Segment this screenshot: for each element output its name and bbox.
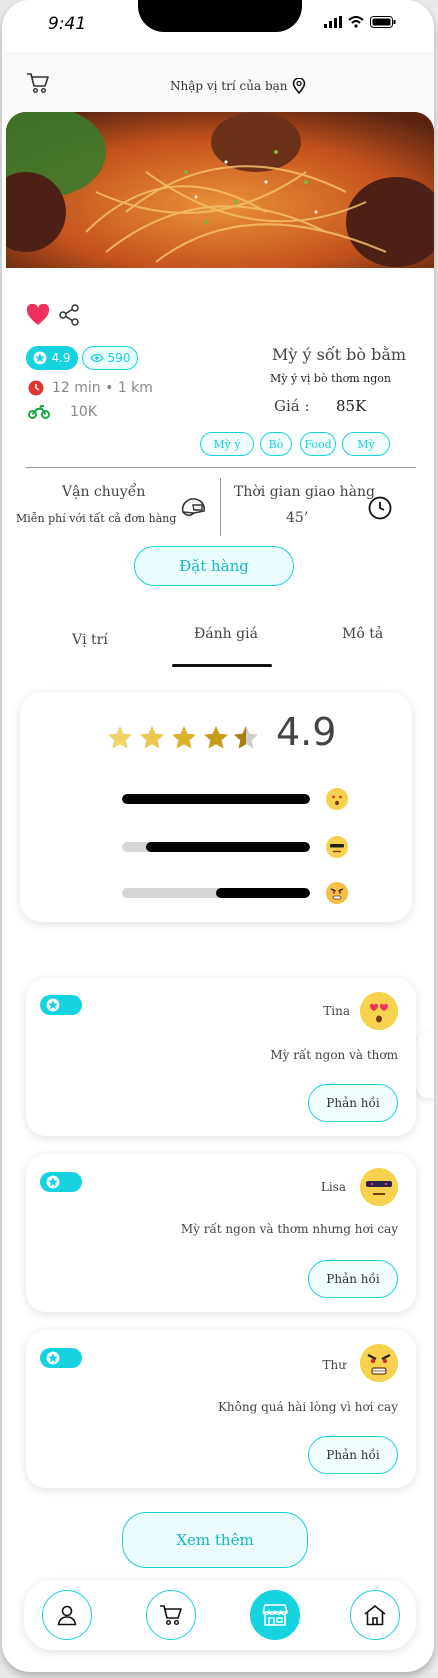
- sunglasses-face-icon: [360, 1168, 398, 1206]
- tag-chip[interactable]: Mỳ: [342, 432, 390, 456]
- helmet-icon: [180, 496, 206, 524]
- status-time: 9:41: [48, 14, 87, 34]
- side-handle: [416, 1032, 434, 1098]
- tag-chip[interactable]: Food: [300, 432, 336, 456]
- user-icon: [57, 1605, 77, 1626]
- delivery-fee: 10K: [70, 404, 97, 420]
- home-icon: [364, 1605, 386, 1626]
- rating-bar-fill: [216, 888, 310, 898]
- favorite-heart-icon[interactable]: [26, 303, 50, 330]
- wifi-icon: [348, 16, 364, 28]
- review-text: Mỳ rất ngon và thơm nhưng hơi cay: [180, 1222, 398, 1236]
- time-distance: 12 min • 1 km: [52, 380, 153, 396]
- delivery-time-value: 45’: [286, 510, 309, 526]
- heart-eyes-face-icon: [360, 992, 398, 1030]
- review-text: Không quá hài lòng vì hơi cay: [217, 1400, 398, 1414]
- signal-icon: [324, 16, 342, 28]
- tab-location[interactable]: Vị trí: [72, 632, 108, 648]
- reply-button[interactable]: Phản hồi: [308, 1084, 398, 1122]
- vertical-divider: [220, 478, 221, 536]
- reply-button[interactable]: Phản hồi: [308, 1260, 398, 1298]
- dish-name: Mỳ ý sốt bò bằm: [272, 345, 407, 364]
- price-label: Giá :: [274, 397, 310, 415]
- reply-button[interactable]: Phản hồi: [308, 1436, 398, 1474]
- order-button[interactable]: Đặt hàng: [134, 546, 294, 586]
- rating-value: 4.9: [51, 351, 71, 365]
- delivery-time-title: Thời gian giao hàng: [234, 484, 375, 500]
- see-more-button[interactable]: Xem thêm: [122, 1512, 308, 1568]
- price-value: 85K: [336, 397, 367, 415]
- angry-face-icon: [360, 1344, 398, 1382]
- divider: [26, 467, 416, 468]
- notch: [138, 0, 302, 32]
- review-rating-badge: [40, 1172, 82, 1192]
- active-tab-indicator: [172, 664, 272, 667]
- reviewer-name: Thư: [322, 1358, 346, 1372]
- share-icon[interactable]: [58, 304, 80, 330]
- clock-outline-icon: [368, 496, 392, 524]
- rating-score: 4.9: [276, 710, 337, 754]
- views-badge: 590: [82, 346, 138, 370]
- nav-profile-button[interactable]: [42, 1590, 92, 1640]
- star-icon: [46, 1175, 60, 1189]
- review-rating-badge: [40, 995, 82, 1015]
- cool-face-icon: [326, 836, 348, 858]
- eye-icon: [89, 353, 104, 363]
- views-value: 590: [107, 351, 131, 365]
- store-icon: [262, 1604, 288, 1626]
- shipping-title: Vận chuyển: [62, 484, 146, 500]
- rating-stars: [106, 724, 262, 756]
- motorbike-icon: [28, 405, 50, 419]
- rating-bar: [122, 888, 310, 898]
- tag-chip[interactable]: Mỳ ý: [200, 432, 254, 456]
- rating-bar: [122, 794, 310, 804]
- nav-cart-button[interactable]: [146, 1590, 196, 1640]
- star-icon: [172, 726, 196, 749]
- rating-bar-fill: [146, 842, 310, 852]
- clock-icon: [28, 380, 44, 396]
- cart-icon[interactable]: [26, 72, 50, 98]
- cart-icon: [160, 1605, 182, 1626]
- review-rating-badge: [40, 1348, 82, 1368]
- rating-bar-fill: [122, 794, 310, 804]
- star-icon: [140, 726, 164, 749]
- reviewer-name: Tina: [323, 1004, 350, 1018]
- review-text: Mỳ rất ngon và thơm: [270, 1048, 398, 1062]
- star-icon: [108, 726, 132, 749]
- reviewer-name: Lisa: [320, 1180, 346, 1194]
- food-image: [6, 112, 434, 268]
- location-pin-icon: [292, 78, 305, 94]
- tag-chip[interactable]: Bò: [260, 432, 292, 456]
- rating-badge: 4.9: [26, 346, 78, 370]
- star-icon: [46, 998, 60, 1012]
- location-input[interactable]: Nhập vị trí của bạn: [170, 78, 306, 94]
- star-icon: [46, 1351, 60, 1365]
- status-icons: [324, 16, 396, 28]
- dish-subtitle: Mỳ ý vị bò thơm ngon: [270, 372, 391, 385]
- star-icon: [204, 726, 228, 749]
- location-placeholder: Nhập vị trí của bạn: [170, 79, 288, 93]
- nav-home-button[interactable]: [350, 1590, 400, 1640]
- star-icon: [34, 351, 47, 365]
- time-distance-row: 12 min • 1 km: [28, 380, 153, 396]
- rating-bar: [122, 842, 310, 852]
- phone-screen: 9:41 Nhập vị trí của bạn 4.9 590 12 min …: [2, 0, 434, 1672]
- shipping-description: Miễn phí với tất cả đơn hàng: [16, 512, 177, 525]
- blush-face-icon: [326, 788, 348, 810]
- tab-reviews[interactable]: Đánh giá: [194, 626, 258, 642]
- nav-store-button[interactable]: [250, 1590, 300, 1640]
- angry-face-icon: [326, 882, 348, 904]
- battery-icon: [370, 16, 396, 28]
- delivery-fee-row: 10K: [28, 404, 97, 420]
- tab-description[interactable]: Mô tả: [342, 626, 383, 642]
